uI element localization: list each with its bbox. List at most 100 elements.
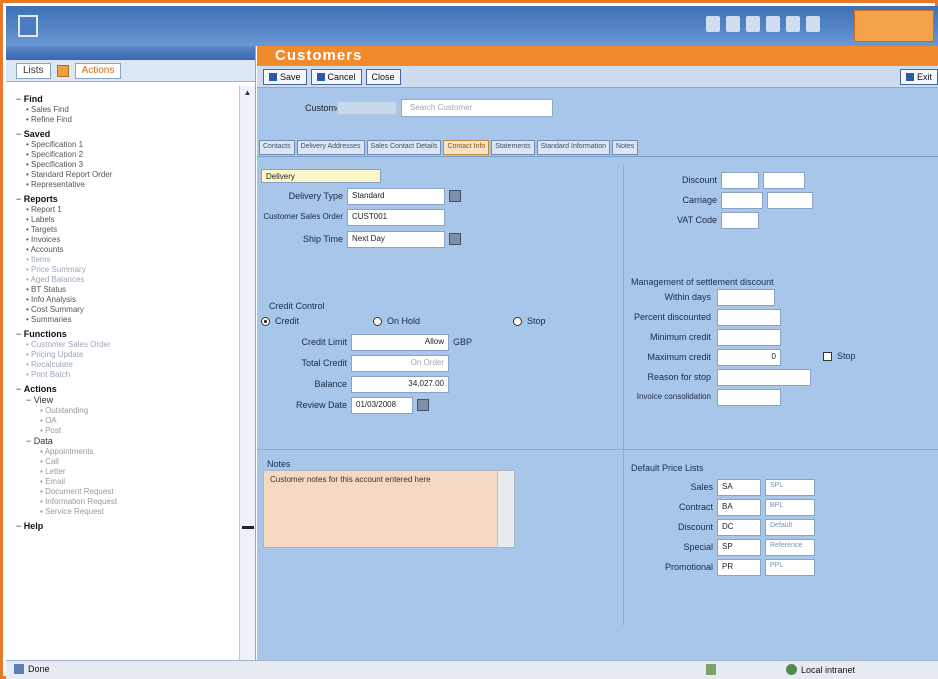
tree-item[interactable]: • Refine Find [16, 115, 238, 125]
save-button[interactable]: Save [263, 68, 307, 85]
tree-item[interactable]: • Info Analysis [16, 295, 238, 305]
balance-field[interactable]: 34,027.00 [351, 376, 449, 393]
tree-item[interactable]: ▪ OA [16, 416, 238, 426]
price-list-description-field[interactable]: Default [765, 519, 815, 536]
tree-item[interactable]: ▪ Letter [16, 467, 238, 477]
record-tab[interactable]: Contacts [259, 140, 295, 155]
record-tab[interactable]: Contact Info [443, 140, 490, 155]
tree-item[interactable]: • Print Batch [16, 370, 238, 380]
on-hold-radio[interactable] [373, 317, 382, 326]
tree-item[interactable]: • Specification 1 [16, 140, 238, 150]
credit-radio[interactable] [261, 317, 270, 326]
customer-code-field[interactable] [337, 101, 397, 115]
total-credit-field[interactable]: On Order [351, 355, 449, 372]
invoice-consolidation-field[interactable] [717, 389, 781, 406]
tree-item[interactable]: • Specification 2 [16, 150, 238, 160]
tree-item[interactable]: ▪ Appointments [16, 447, 238, 457]
stop-checkbox[interactable] [823, 352, 832, 361]
record-tab[interactable]: Standard Information [536, 140, 611, 155]
tree-subgroup[interactable]: − Data [16, 436, 238, 447]
record-tab[interactable]: Sales Contact Details [366, 140, 442, 155]
tree-item[interactable]: • Aged Balances [16, 275, 238, 285]
scroll-up-icon[interactable]: ▲ [241, 88, 255, 100]
tree-item[interactable]: • Items [16, 255, 238, 265]
customer-name-field[interactable]: Search Customer [401, 99, 553, 117]
tree-group[interactable]: − Actions [16, 384, 238, 395]
price-list-code-field[interactable]: SA [717, 479, 761, 496]
tree-item[interactable]: ▪ Post [16, 426, 238, 436]
tree-group[interactable]: − Saved [16, 129, 238, 140]
exit-button[interactable]: Exit [899, 69, 938, 85]
scroll-thumb[interactable] [242, 526, 254, 529]
tree-item[interactable]: ▪ Call [16, 457, 238, 467]
price-list-code-field[interactable]: SP [717, 539, 761, 556]
tree-item[interactable]: • Invoices [16, 235, 238, 245]
price-list-code-field[interactable]: DC [717, 519, 761, 536]
tree-item[interactable]: • Specification 3 [16, 160, 238, 170]
discount-field-2[interactable] [763, 172, 805, 189]
review-date-field[interactable]: 01/03/2008 [351, 397, 413, 414]
tree-item[interactable]: • Pricing Update [16, 350, 238, 360]
tree-item[interactable]: • Summaries [16, 315, 238, 325]
price-list-code-field[interactable]: PR [717, 559, 761, 576]
percent-field[interactable] [717, 309, 781, 326]
price-list-description-field[interactable]: BPL [765, 499, 815, 516]
credit-limit-field[interactable]: Allow [351, 334, 449, 351]
vat-code-field[interactable] [721, 212, 759, 229]
price-list-description-field[interactable]: Reference [765, 539, 815, 556]
price-list-description-field[interactable]: SPL [765, 479, 815, 496]
tree-group[interactable]: − Functions [16, 329, 238, 340]
tree-item[interactable]: ▪ Information Request [16, 497, 238, 507]
tab-toggle-icon[interactable] [56, 64, 69, 77]
tree-group[interactable]: − Help [16, 521, 238, 532]
customer-sales-order-field[interactable]: CUST001 [347, 209, 445, 226]
calendar-icon[interactable] [449, 233, 461, 245]
delivery-type-field[interactable]: Standard [347, 188, 445, 205]
ship-time-field[interactable]: Next Day [347, 231, 445, 248]
home-icon[interactable] [746, 16, 760, 32]
tree-item[interactable]: • Report 1 [16, 205, 238, 215]
carriage-field[interactable] [721, 192, 763, 209]
tree-item[interactable]: ▪ Document Request [16, 487, 238, 497]
tree-item[interactable]: ▪ Email [16, 477, 238, 487]
tab-lists[interactable]: Lists [16, 62, 51, 79]
tree-item[interactable]: • Price Summary [16, 265, 238, 275]
tree-item[interactable]: • Recalculate [16, 360, 238, 370]
tree-item[interactable]: • Accounts [16, 245, 238, 255]
maximum-credit-field[interactable]: 0 [717, 349, 781, 366]
tree-scrollbar[interactable]: ▲ [239, 86, 255, 660]
tree-group[interactable]: − Find [16, 94, 238, 105]
record-tab[interactable]: Notes [612, 140, 639, 155]
tree-item[interactable]: • Representative [16, 180, 238, 190]
tree-item[interactable]: • BT Status [16, 285, 238, 295]
record-tab[interactable]: Statements [491, 140, 535, 155]
stop-radio[interactable] [513, 317, 522, 326]
print-icon[interactable] [766, 16, 780, 32]
close-button[interactable]: Close [365, 68, 401, 85]
tree-item[interactable]: • Sales Find [16, 105, 238, 115]
within-days-field[interactable] [717, 289, 775, 306]
back-icon[interactable] [706, 16, 720, 32]
reason-for-stop-field[interactable] [717, 369, 811, 386]
minimum-credit-field[interactable] [717, 329, 781, 346]
help-icon[interactable] [786, 16, 800, 32]
tree-item[interactable]: ▪ Service Request [16, 507, 238, 517]
notes-textarea[interactable]: Customer notes for this account entered … [263, 470, 515, 548]
tab-actions[interactable]: Actions [74, 62, 122, 79]
carriage-field-2[interactable] [767, 192, 813, 209]
tree-subgroup[interactable]: − View [16, 395, 238, 406]
exit-icon[interactable] [806, 16, 820, 32]
lookup-icon[interactable] [449, 190, 461, 202]
forward-icon[interactable] [726, 16, 740, 32]
cancel-button[interactable]: Cancel [310, 68, 362, 85]
tree-item[interactable]: ▪ Outstanding [16, 406, 238, 416]
tree-group[interactable]: − Reports [16, 194, 238, 205]
notes-scrollbar[interactable] [497, 471, 514, 547]
discount-field[interactable] [721, 172, 759, 189]
price-list-code-field[interactable]: BA [717, 499, 761, 516]
tree-item[interactable]: • Labels [16, 215, 238, 225]
price-list-description-field[interactable]: PPL [765, 559, 815, 576]
record-tab[interactable]: Delivery Addresses [296, 140, 365, 155]
tree-item[interactable]: • Standard Report Order [16, 170, 238, 180]
tree-item[interactable]: • Targets [16, 225, 238, 235]
